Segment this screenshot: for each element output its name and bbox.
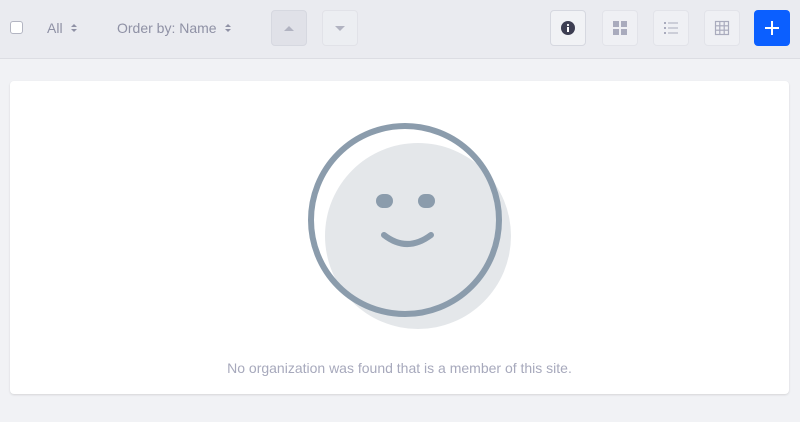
info-icon bbox=[561, 21, 575, 35]
caret-up-down-icon bbox=[224, 24, 231, 32]
table-view-button[interactable] bbox=[704, 10, 740, 46]
list-view-button[interactable] bbox=[653, 10, 689, 46]
select-all-checkbox[interactable] bbox=[10, 21, 23, 34]
caret-down-icon bbox=[335, 25, 345, 31]
order-by-label: Order by: Name bbox=[117, 20, 217, 36]
sort-ascending-button[interactable] bbox=[271, 10, 307, 46]
cards-icon bbox=[613, 21, 627, 35]
info-button[interactable] bbox=[550, 10, 586, 46]
caret-up-icon bbox=[284, 25, 294, 31]
order-by-dropdown[interactable]: Order by: Name bbox=[117, 20, 231, 36]
plus-icon bbox=[765, 21, 779, 35]
caret-up-down-icon bbox=[70, 24, 77, 32]
list-icon bbox=[664, 22, 678, 34]
cards-view-button[interactable] bbox=[602, 10, 638, 46]
sort-descending-button[interactable] bbox=[322, 10, 358, 46]
empty-state-message: No organization was found that is a memb… bbox=[227, 360, 572, 376]
empty-state-card: No organization was found that is a memb… bbox=[10, 81, 789, 394]
add-button[interactable] bbox=[754, 10, 790, 46]
smiley-face-illustration bbox=[308, 123, 511, 329]
filter-label: All bbox=[47, 20, 63, 36]
management-toolbar: All Order by: Name bbox=[0, 0, 800, 59]
filter-dropdown[interactable]: All bbox=[47, 20, 77, 36]
table-icon bbox=[714, 20, 730, 36]
